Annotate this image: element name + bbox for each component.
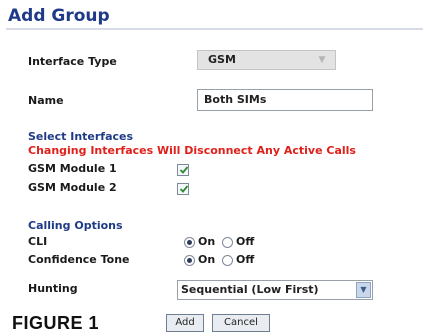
confidence-tone-on-label: On	[198, 253, 216, 266]
interface-type-value: GSM	[208, 53, 236, 66]
cli-on-label: On	[198, 235, 216, 248]
calling-options-heading: Calling Options	[28, 219, 123, 232]
gsm-module-2-label: GSM Module 2	[28, 181, 117, 194]
chevron-down-icon: ▼	[318, 55, 326, 65]
gsm-module-2-checkbox[interactable]	[177, 183, 189, 195]
chevron-down-icon: ▼	[356, 282, 371, 298]
interface-type-select[interactable]: GSM ▼	[197, 50, 336, 70]
interface-type-label: Interface Type	[28, 55, 117, 68]
hunting-label: Hunting	[28, 282, 78, 295]
interfaces-warning: Changing Interfaces Will Disconnect Any …	[28, 144, 356, 157]
figure-caption: FIGURE 1	[12, 313, 100, 333]
title-divider	[6, 28, 423, 30]
confidence-tone-off-label: Off	[236, 253, 255, 266]
page-title: Add Group	[8, 6, 110, 26]
cli-off-radio[interactable]	[222, 237, 233, 248]
name-field[interactable]: Both SIMs	[197, 89, 373, 111]
confidence-tone-on-radio[interactable]	[184, 255, 195, 266]
cancel-button[interactable]: Cancel	[212, 314, 270, 332]
cli-on-radio[interactable]	[184, 237, 195, 248]
name-label: Name	[28, 94, 64, 107]
gsm-module-1-label: GSM Module 1	[28, 162, 117, 175]
confidence-tone-off-radio[interactable]	[222, 255, 233, 266]
hunting-select[interactable]: Sequential (Low First) ▼	[177, 280, 373, 300]
confidence-tone-label: Confidence Tone	[28, 253, 130, 266]
gsm-module-1-checkbox[interactable]	[177, 164, 189, 176]
hunting-value: Sequential (Low First)	[181, 283, 319, 296]
checkmark-icon	[179, 185, 189, 193]
cli-label: CLI	[28, 235, 48, 248]
cli-off-label: Off	[236, 235, 255, 248]
select-interfaces-heading: Select Interfaces	[28, 130, 134, 143]
checkmark-icon	[179, 166, 189, 174]
add-button[interactable]: Add	[166, 314, 204, 332]
